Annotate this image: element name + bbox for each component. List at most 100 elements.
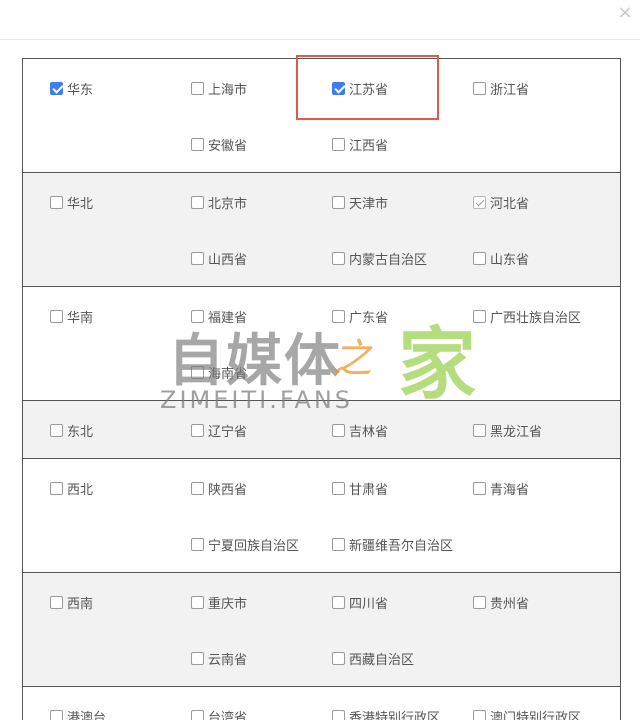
province-checkbox[interactable]: 江西省 bbox=[332, 135, 388, 154]
province-checkbox[interactable]: 江苏省 bbox=[332, 79, 388, 98]
checkbox-icon[interactable] bbox=[50, 423, 63, 437]
checkbox-icon[interactable] bbox=[191, 137, 204, 151]
region-label: 华北 bbox=[67, 196, 94, 212]
region-checkbox-huabei[interactable]: 华北 bbox=[50, 193, 94, 212]
province-label: 天津市 bbox=[349, 196, 389, 212]
province-checkbox[interactable]: 青海省 bbox=[473, 479, 529, 498]
province-label: 贵州省 bbox=[490, 596, 530, 612]
province-checkbox[interactable]: 重庆市 bbox=[191, 593, 247, 612]
region-label: 西南 bbox=[67, 596, 94, 612]
province-checkbox[interactable]: 浙江省 bbox=[473, 79, 529, 98]
checkbox-icon[interactable] bbox=[191, 651, 204, 665]
province-checkbox[interactable]: 香港特别行政区 bbox=[332, 707, 440, 720]
checkbox-icon[interactable] bbox=[332, 137, 345, 151]
province-checkbox[interactable]: 内蒙古自治区 bbox=[332, 249, 427, 268]
province-checkbox[interactable]: 山西省 bbox=[191, 249, 247, 268]
region-label: 东北 bbox=[67, 424, 94, 440]
checkbox-icon[interactable] bbox=[473, 81, 486, 95]
checkbox-icon[interactable] bbox=[191, 365, 204, 379]
checkbox-icon[interactable] bbox=[332, 251, 345, 265]
region-label: 西北 bbox=[67, 482, 94, 498]
checkbox-icon[interactable] bbox=[473, 309, 486, 323]
province-label: 安徽省 bbox=[208, 138, 248, 154]
checkbox-icon[interactable] bbox=[191, 481, 204, 495]
checkbox-icon[interactable] bbox=[332, 481, 345, 495]
checkbox-icon[interactable] bbox=[191, 309, 204, 323]
province-checkbox[interactable]: 甘肃省 bbox=[332, 479, 388, 498]
checkbox-icon[interactable] bbox=[332, 709, 345, 720]
province-checkbox[interactable]: 上海市 bbox=[191, 79, 248, 98]
checkbox-icon[interactable] bbox=[50, 595, 63, 609]
checkbox-icon[interactable] bbox=[50, 81, 63, 95]
checkbox-icon[interactable] bbox=[332, 423, 345, 437]
region-checkbox-xinan[interactable]: 西南 bbox=[50, 593, 94, 612]
checkbox-icon[interactable] bbox=[332, 651, 345, 665]
checkbox-icon[interactable] bbox=[191, 195, 204, 209]
checkbox-icon[interactable] bbox=[191, 81, 204, 95]
province-checkbox[interactable]: 北京市 bbox=[191, 193, 248, 212]
checkbox-icon[interactable] bbox=[191, 537, 204, 551]
province-checkbox[interactable]: 云南省 bbox=[191, 649, 248, 668]
province-label: 上海市 bbox=[208, 82, 248, 98]
province-label: 黑龙江省 bbox=[490, 424, 543, 440]
province-checkbox[interactable]: 安徽省 bbox=[191, 135, 248, 154]
checkbox-icon[interactable] bbox=[50, 309, 63, 323]
checkbox-icon[interactable] bbox=[191, 251, 204, 265]
checkbox-icon[interactable] bbox=[332, 537, 345, 551]
checkbox-icon[interactable] bbox=[473, 423, 486, 437]
checkbox-icon[interactable] bbox=[191, 595, 204, 609]
province-label: 宁夏回族自治区 bbox=[208, 538, 300, 554]
dialog-header: × bbox=[0, 0, 640, 40]
province-label: 广西壮族自治区 bbox=[490, 310, 582, 326]
checkbox-icon[interactable] bbox=[332, 195, 345, 209]
checkbox-icon[interactable] bbox=[50, 195, 63, 209]
province-label: 河北省 bbox=[490, 196, 530, 212]
region-row-xibei: 西北 陕西省 甘肃省 青海省 宁夏回族自治区 新疆维吾尔自治区 bbox=[23, 459, 620, 573]
checkbox-icon[interactable] bbox=[332, 309, 345, 323]
province-checkbox[interactable]: 河北省 bbox=[473, 193, 530, 212]
region-checkbox-dongbei[interactable]: 东北 bbox=[50, 421, 94, 440]
province-checkbox[interactable]: 天津市 bbox=[332, 193, 389, 212]
region-checkbox-huanan[interactable]: 华南 bbox=[50, 307, 93, 326]
province-label: 云南省 bbox=[208, 652, 248, 668]
province-checkbox[interactable]: 新疆维吾尔自治区 bbox=[332, 535, 453, 554]
region-row-dongbei: 东北 辽宁省 吉林省 黑龙江省 bbox=[23, 401, 620, 459]
province-checkbox[interactable]: 陕西省 bbox=[191, 479, 248, 498]
province-checkbox[interactable]: 台湾省 bbox=[191, 707, 247, 720]
province-label: 香港特别行政区 bbox=[349, 710, 441, 720]
province-checkbox[interactable]: 广东省 bbox=[332, 307, 388, 326]
province-checkbox[interactable]: 西藏自治区 bbox=[332, 649, 414, 668]
region-checkbox-gangaotai[interactable]: 港澳台 bbox=[50, 707, 106, 720]
checkbox-icon[interactable] bbox=[473, 251, 486, 265]
checkbox-icon[interactable] bbox=[473, 195, 486, 209]
province-label: 山东省 bbox=[490, 252, 530, 268]
checkbox-icon[interactable] bbox=[191, 423, 204, 437]
province-checkbox[interactable]: 福建省 bbox=[191, 307, 247, 326]
province-checkbox[interactable]: 海南省 bbox=[191, 363, 247, 382]
province-checkbox[interactable]: 广西壮族自治区 bbox=[473, 307, 582, 326]
province-label: 四川省 bbox=[349, 596, 389, 612]
province-checkbox[interactable]: 山东省 bbox=[473, 249, 530, 268]
province-checkbox[interactable]: 辽宁省 bbox=[191, 421, 247, 440]
province-checkbox[interactable]: 澳门特别行政区 bbox=[473, 707, 581, 720]
region-checkbox-huadong[interactable]: 华东 bbox=[50, 79, 93, 98]
checkbox-icon[interactable] bbox=[191, 709, 204, 720]
checkbox-icon[interactable] bbox=[50, 481, 63, 495]
checkbox-icon[interactable] bbox=[332, 81, 345, 95]
province-checkbox[interactable]: 四川省 bbox=[332, 593, 389, 612]
province-checkbox[interactable]: 贵州省 bbox=[473, 593, 530, 612]
province-label: 北京市 bbox=[208, 196, 248, 212]
region-checkbox-xibei[interactable]: 西北 bbox=[50, 479, 94, 498]
checkbox-icon[interactable] bbox=[50, 709, 63, 720]
province-checkbox[interactable]: 吉林省 bbox=[332, 421, 388, 440]
region-row-gangaotai: 港澳台 台湾省 香港特别行政区 澳门特别行政区 bbox=[23, 687, 620, 720]
region-row-huanan: 华南 福建省 广东省 广西壮族自治区 海南省 bbox=[23, 287, 620, 401]
province-checkbox[interactable]: 黑龙江省 bbox=[473, 421, 543, 440]
close-icon[interactable]: × bbox=[614, 2, 636, 24]
checkbox-icon[interactable] bbox=[332, 595, 345, 609]
checkbox-icon[interactable] bbox=[473, 709, 486, 720]
checkbox-icon[interactable] bbox=[473, 595, 486, 609]
province-label: 陕西省 bbox=[208, 482, 248, 498]
checkbox-icon[interactable] bbox=[473, 481, 486, 495]
province-checkbox[interactable]: 宁夏回族自治区 bbox=[191, 535, 300, 554]
